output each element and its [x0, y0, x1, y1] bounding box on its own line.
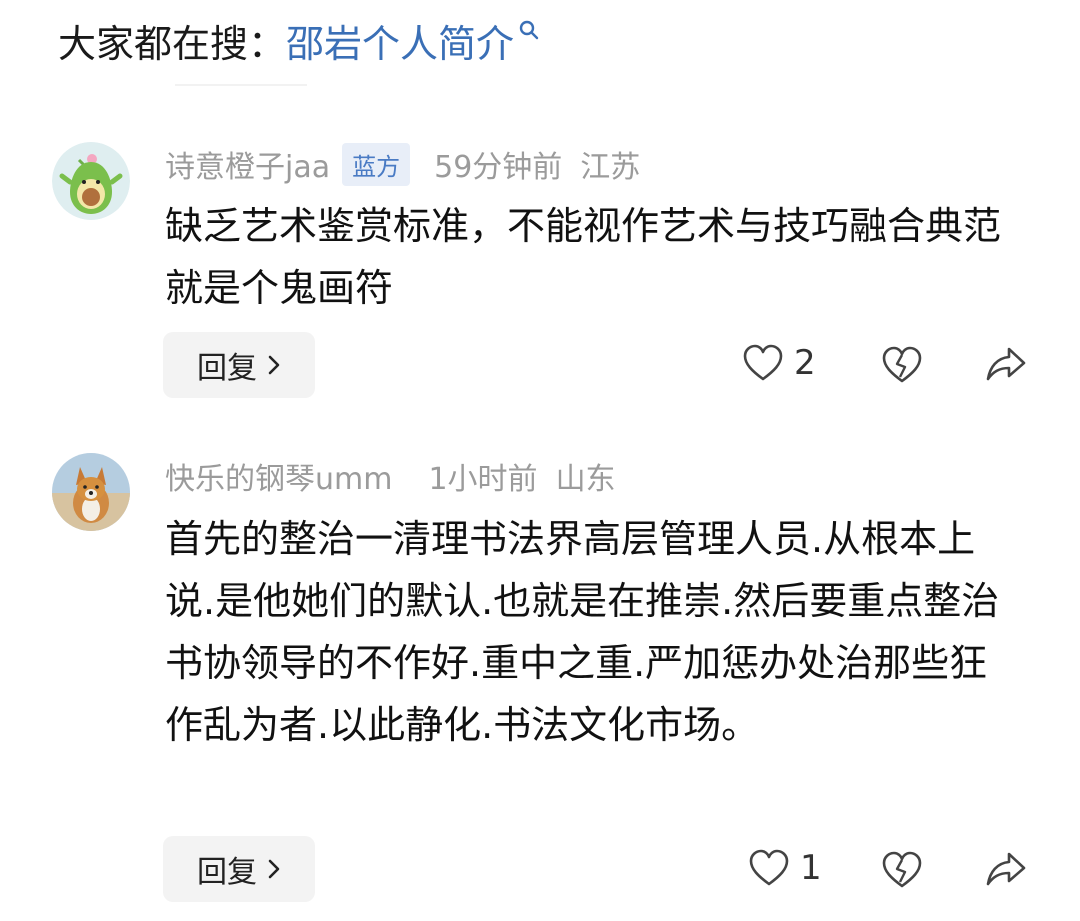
comment-time: 1小时前	[428, 462, 538, 497]
share-button[interactable]	[985, 345, 1027, 383]
dislike-button[interactable]	[881, 850, 923, 890]
reply-label: 回复	[197, 855, 257, 890]
chevron-right-icon	[268, 355, 280, 375]
username[interactable]: 诗意橙子jaa	[165, 142, 330, 186]
search-prefix: 大家都在搜：	[58, 21, 287, 66]
reply-label: 回复	[197, 351, 257, 386]
avatar[interactable]	[52, 453, 130, 531]
comment-text: 缺乏艺术鉴赏标准，不能视作艺术与技巧融合典范就是个鬼画符	[165, 204, 1002, 310]
heart-icon	[749, 849, 789, 886]
broken-heart-icon	[882, 346, 922, 383]
like-button[interactable]: 2	[742, 343, 816, 383]
share-button[interactable]	[985, 850, 1027, 888]
comment-location: 山东	[555, 462, 616, 497]
comment-meta: 快乐的钢琴umm 1小时前 山东	[165, 454, 616, 498]
like-count: 1	[800, 848, 822, 888]
username[interactable]: 快乐的钢琴umm	[165, 454, 392, 498]
corgi-avatar-icon	[52, 453, 130, 531]
divider	[175, 84, 307, 86]
reply-button[interactable]: 回复	[163, 332, 315, 398]
broken-heart-icon	[882, 851, 922, 888]
comment-meta: 诗意橙子jaa 蓝方 59分钟前 江苏	[165, 142, 640, 186]
dislike-button[interactable]	[881, 345, 923, 385]
search-icon	[519, 20, 539, 39]
search-suggestion: 大家都在搜： 邵岩个人简介	[58, 10, 540, 70]
chevron-right-icon	[268, 859, 280, 879]
share-icon	[986, 347, 1026, 381]
like-button[interactable]: 1	[748, 848, 822, 888]
avocado-avatar-icon	[52, 142, 130, 220]
like-count: 2	[794, 343, 816, 383]
comment-time: 59分钟前	[434, 150, 563, 185]
comment-location: 江苏	[580, 150, 641, 185]
avatar[interactable]	[52, 142, 130, 220]
side-badge: 蓝方	[342, 142, 411, 186]
search-query[interactable]: 邵岩个人简介	[286, 13, 514, 68]
reply-button[interactable]: 回复	[163, 836, 315, 902]
heart-icon	[743, 344, 783, 381]
share-icon	[986, 852, 1026, 886]
comment-text: 首先的整治一清理书法界高层管理人员.从根本上说.是他她们的默认.也就是在推崇.然…	[165, 517, 1000, 747]
search-suggestion-link[interactable]: 邵岩个人简介	[286, 13, 540, 68]
